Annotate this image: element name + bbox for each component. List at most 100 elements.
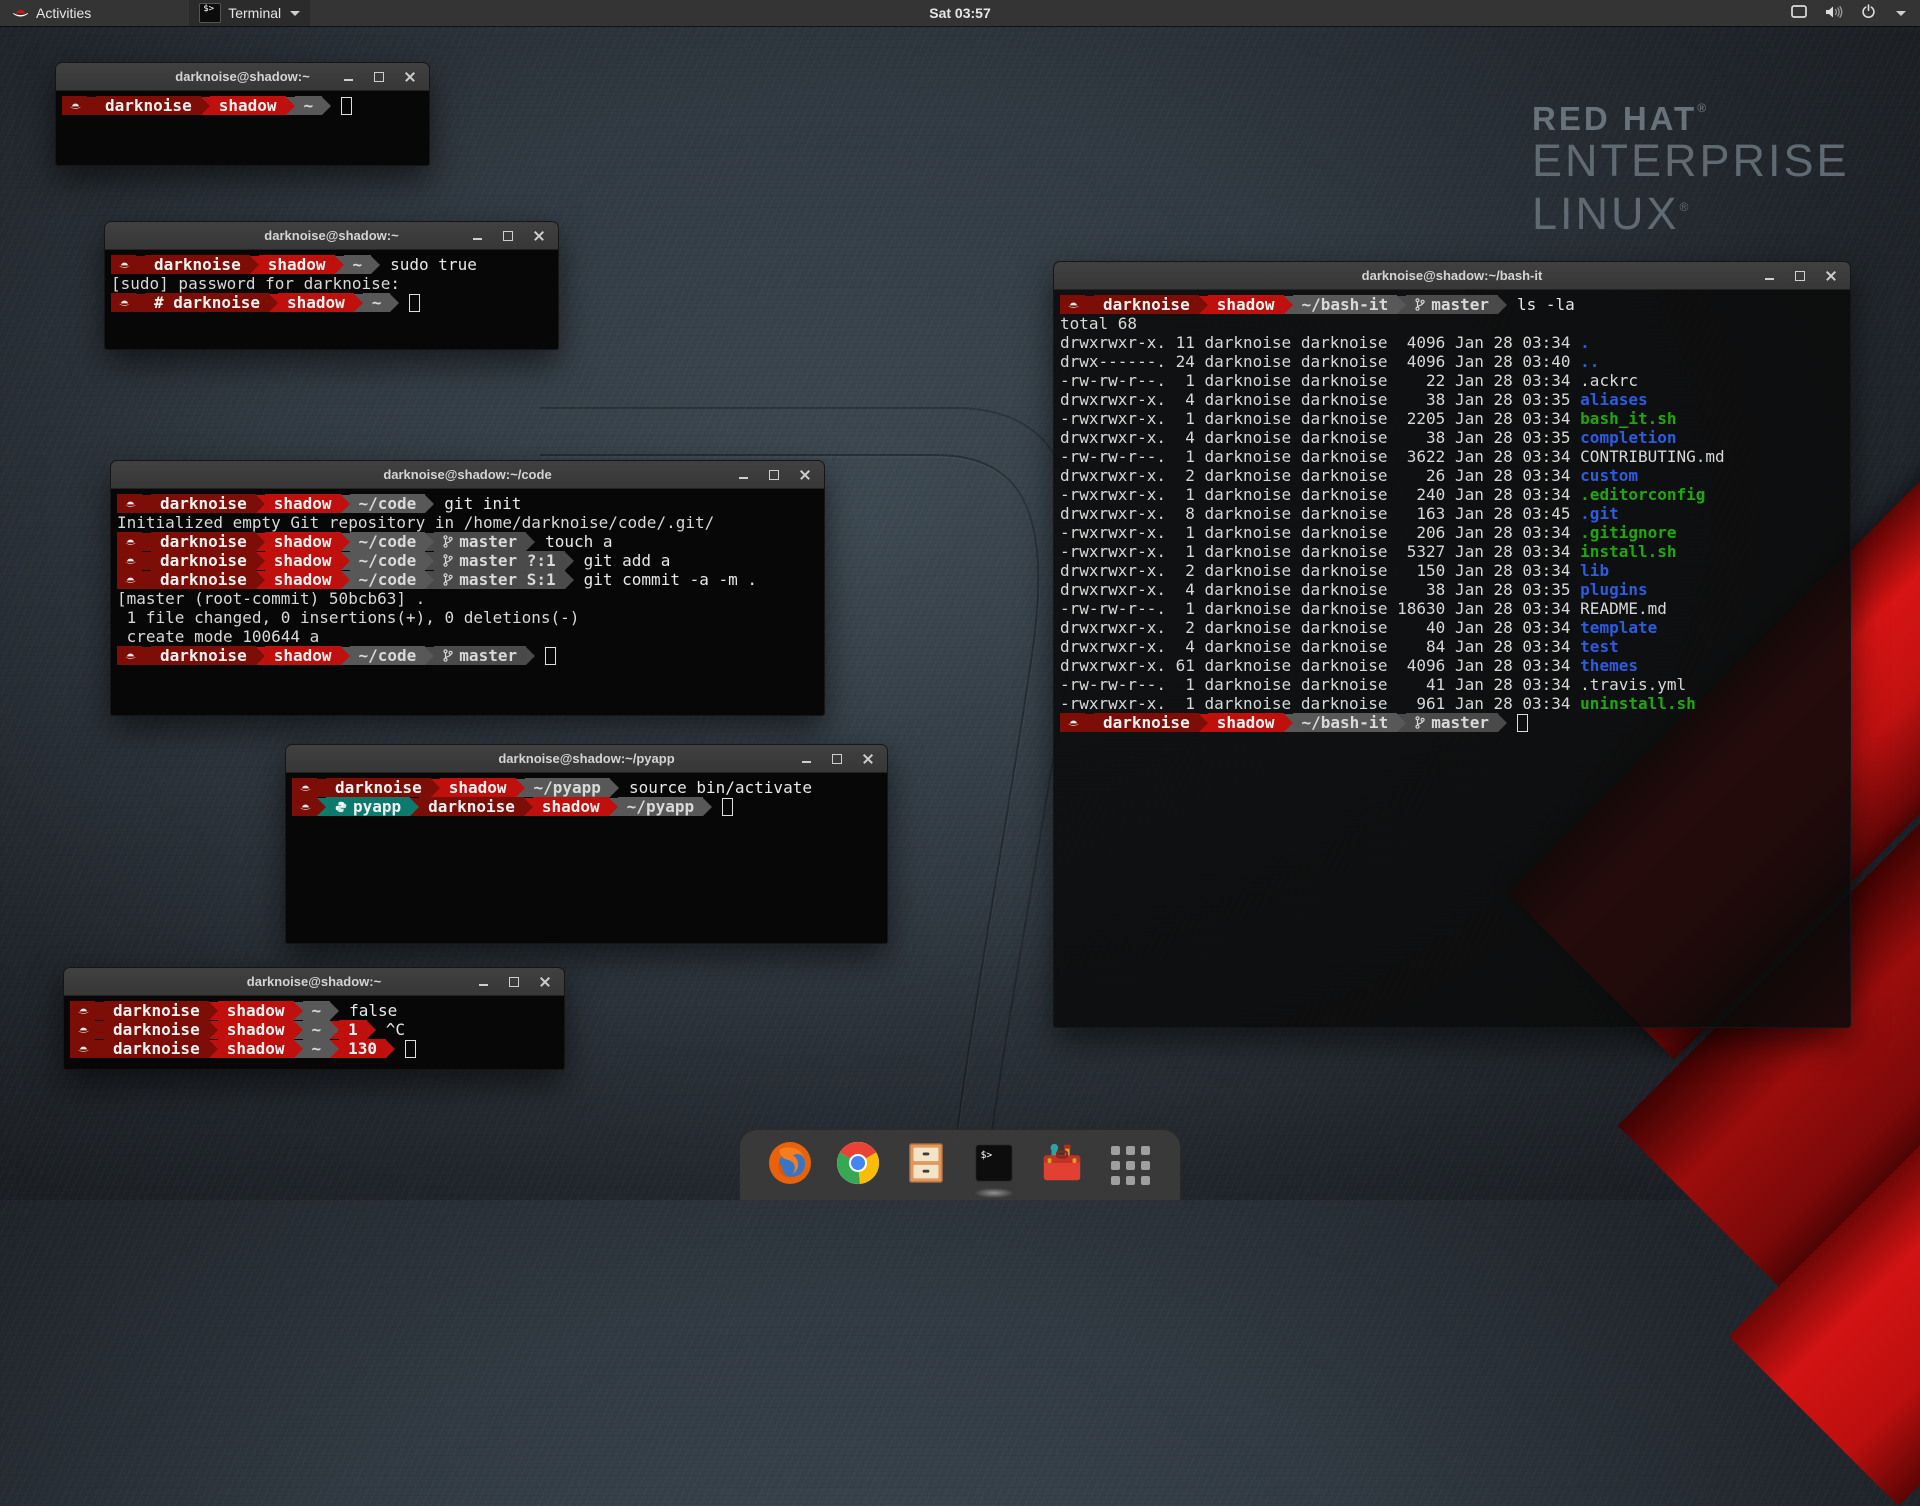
prompt-segment-host: shadow [278,293,354,312]
prompt-segment-branch: master ?:1 [434,551,564,570]
minimize-button[interactable] [341,70,355,84]
maximize-button[interactable] [830,752,844,766]
powerline-separator [367,1021,376,1039]
powerline-separator [201,97,210,115]
terminal-content[interactable]: darknoiseshadow~sudo true[sudo] password… [105,250,558,349]
powerline-separator [1284,714,1293,732]
ls-row-meta: -rwxrwxr-x. 1 darknoise darknoise 206 Ja… [1060,523,1580,542]
terminal-window-bash-it[interactable]: darknoise@shadow:~/bash-it darknoiseshad… [1053,261,1851,1028]
powerline-separator [335,256,344,274]
terminal-window-home-2[interactable]: darknoise@shadow:~ darknoiseshadow~false… [63,967,565,1070]
ls-row-name: completion [1580,428,1676,447]
ls-row-meta: drwxrwxr-x. 4 darknoise darknoise 38 Jan… [1060,428,1580,447]
powerline-separator [294,1002,303,1020]
titlebar[interactable]: darknoise@shadow:~/code [111,461,824,489]
ls-row-name: test [1580,637,1619,656]
prompt-segment-user: darknoise [1094,713,1199,732]
powerline-separator [1397,714,1406,732]
maximize-button[interactable] [501,229,515,243]
terminal-content[interactable]: darknoiseshadow~/codegit initInitialized… [111,489,824,715]
terminal-cursor [341,97,352,115]
titlebar[interactable]: darknoise@shadow:~ [105,222,558,250]
maximize-button[interactable] [372,70,386,84]
terminal-output-line: create mode 100644 a [117,627,818,646]
rhel-branding: RED HAT® ENTERPRISE LINUX® [1532,100,1850,237]
prompt-segment-distro [117,570,142,589]
powerline-separator [565,571,574,589]
ls-row-meta: drwxrwxr-x. 4 darknoise darknoise 38 Jan… [1060,390,1580,409]
minimize-button[interactable] [736,468,750,482]
terminal-content[interactable]: darknoiseshadow~/pyappsource bin/activat… [286,773,887,943]
minimize-button[interactable] [470,229,484,243]
prompt-segment-branch: master [434,646,526,665]
terminal-output-line: total 68 [1060,314,1844,333]
close-button[interactable] [538,975,552,989]
close-button[interactable] [532,229,546,243]
dock-item-files[interactable] [902,1141,950,1189]
dock: $> [739,1129,1181,1200]
maximize-button[interactable] [767,468,781,482]
ls-row-name: .git [1580,504,1619,523]
dock-item-chrome[interactable] [834,1141,882,1189]
powerline-separator [142,647,151,665]
terminal-content[interactable]: darknoiseshadow~ [56,91,429,165]
close-button[interactable] [1824,269,1838,283]
prompt-segment-host: shadow [265,532,341,551]
maximize-button[interactable] [1793,269,1807,283]
terminal-window-home-1[interactable]: darknoise@shadow:~ darknoiseshadow~ [55,62,430,166]
dock-item-terminal[interactable]: $> [970,1141,1018,1189]
terminal-window-sudo[interactable]: darknoise@shadow:~ darknoiseshadow~sudo … [104,221,559,350]
prompt-segment-path: ~/code [350,494,426,513]
close-button[interactable] [403,70,417,84]
redhat-icon [77,1024,90,1035]
dock-item-app-grid[interactable] [1106,1141,1154,1189]
prompt-segment-host: shadow [218,1020,294,1039]
terminal-output-line: [master (root-commit) 50bcb63] . [117,589,818,608]
prompt-segment-venv: pyapp [326,797,410,816]
terminal-window-code[interactable]: darknoise@shadow:~/code darknoiseshadow~… [110,460,825,716]
powerline-separator [390,294,399,312]
dock-item-toolbox[interactable] [1038,1141,1086,1189]
git-branch-icon [1415,298,1425,311]
prompt-segment-distro [1060,295,1085,314]
minimize-button[interactable] [476,975,490,989]
prompt-segment-distro [117,494,142,513]
titlebar[interactable]: darknoise@shadow:~/pyapp [286,745,887,773]
maximize-button[interactable] [507,975,521,989]
prompt-segment-user: darknoise [1094,295,1199,314]
ls-row-meta: -rwxrwxr-x. 1 darknoise darknoise 961 Ja… [1060,694,1580,713]
window-title: darknoise@shadow:~/pyapp [286,751,887,766]
close-button[interactable] [861,752,875,766]
activities-button[interactable]: Activities [0,0,103,26]
titlebar[interactable]: darknoise@shadow:~ [56,63,429,91]
ls-row: drwxrwxr-x. 4 darknoise darknoise 38 Jan… [1060,428,1844,447]
powerline-separator [609,798,618,816]
close-button[interactable] [798,468,812,482]
terminal-window-pyapp[interactable]: darknoise@shadow:~/pyapp darknoiseshadow… [285,744,888,944]
prompt-segment-path: ~ [363,293,391,312]
terminal-content[interactable]: darknoiseshadow~/bash-itmasterls -latota… [1054,290,1850,1027]
titlebar[interactable]: darknoise@shadow:~/bash-it [1054,262,1850,290]
command-text: touch a [535,532,612,551]
powerline-separator [330,1002,339,1020]
screen-icon[interactable] [1791,5,1807,21]
ls-row-name: . [1580,333,1590,352]
redhat-icon [118,297,131,308]
prompt-segment-user: darknoise [96,96,201,115]
titlebar[interactable]: darknoise@shadow:~ [64,968,564,996]
focused-app-menu[interactable]: $> Terminal [189,0,310,26]
powerline-separator [256,533,265,551]
dock-item-firefox[interactable] [766,1141,814,1189]
prompt-segment-distro [292,797,317,816]
minimize-button[interactable] [1762,269,1776,283]
terminal-cursor [409,294,420,312]
powerline-separator [136,294,145,312]
terminal-content[interactable]: darknoiseshadow~falsedarknoiseshadow~1^C… [64,996,564,1069]
caret-down-icon[interactable] [1896,11,1906,16]
minimize-button[interactable] [799,752,813,766]
power-icon[interactable] [1861,4,1876,22]
powerline-separator [330,1021,339,1039]
volume-icon[interactable] [1825,5,1843,22]
prompt-line: darknoiseshadow~130 [70,1039,558,1058]
powerline-separator [703,798,712,816]
